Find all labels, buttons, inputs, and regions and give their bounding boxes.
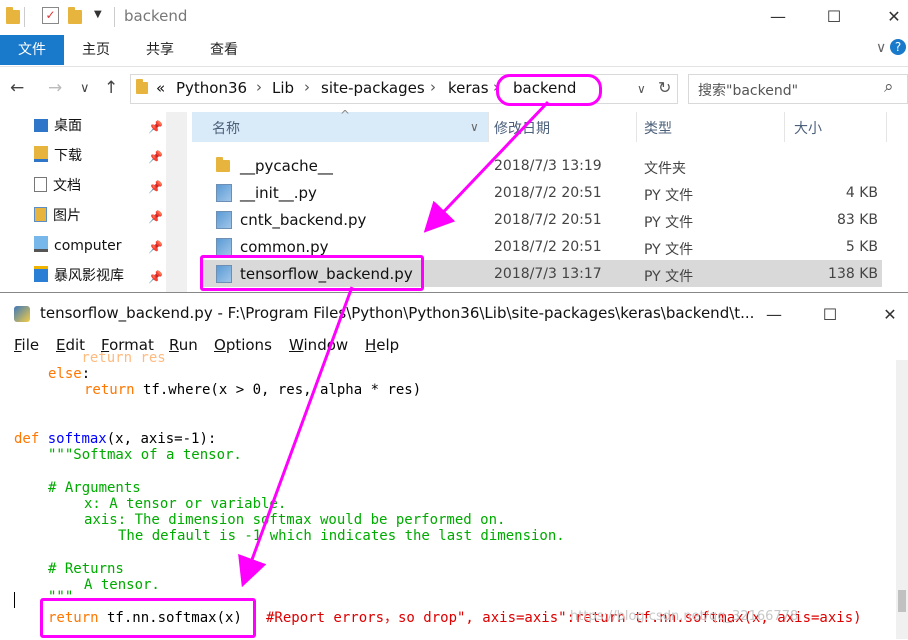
annotation-arrows — [238, 100, 550, 588]
annotation-arrow — [423, 100, 550, 233]
annotation-arrow — [238, 286, 354, 588]
